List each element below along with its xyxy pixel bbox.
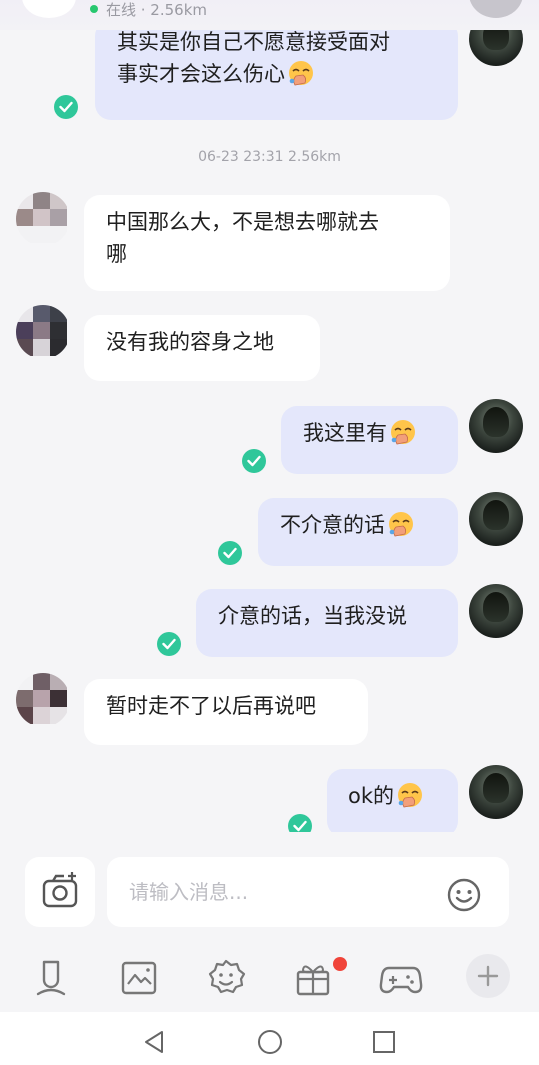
message-bubble-out[interactable]: 不介意的话 [258,498,458,566]
message-text: 暂时走不了以后再说吧 [106,694,316,718]
more-button[interactable] [466,954,510,998]
message-bubble-out[interactable]: 介意的话，当我没说 [196,589,458,657]
message-text: 介意的话，当我没说 [218,604,407,628]
gift-icon[interactable] [291,956,335,1000]
face-with-hand-over-mouth-emoji [389,418,417,446]
my-avatar[interactable] [469,399,523,453]
read-check-icon [242,449,266,473]
peer-avatar[interactable] [16,673,70,727]
message-text: 我这里有 [303,421,387,445]
message-text: 没有我的容身之地 [106,330,274,354]
image-icon[interactable] [117,956,161,1000]
gift-notification-badge [333,957,347,971]
read-check-icon [288,814,312,832]
camera-button[interactable] [25,857,95,927]
chat-header: 在线 · 2.56km [0,0,539,30]
system-navigation-bar [0,1012,539,1065]
peer-avatar[interactable] [16,305,70,359]
home-circle-icon[interactable] [256,1028,284,1056]
face-with-hand-over-mouth-emoji [287,59,315,87]
online-dot-icon [90,5,98,13]
my-avatar[interactable] [469,765,523,819]
my-avatar[interactable] [469,584,523,638]
message-bubble-in[interactable]: 中国那么大，不是想去哪就去 哪 [84,195,450,291]
peer-avatar[interactable] [16,192,70,246]
peer-avatar-header[interactable] [469,0,523,18]
face-with-hand-over-mouth-emoji [387,510,415,538]
chat-toolbar [0,942,539,1012]
message-bubble-out[interactable]: ok的 [327,769,458,832]
recents-square-icon[interactable] [371,1029,397,1055]
back-button[interactable] [22,0,76,18]
my-avatar[interactable] [469,30,523,66]
message-list[interactable]: 其实是你自己不愿意接受面对 事实才会这么伤心 06-23 23:31 2.56k… [0,30,539,832]
message-bubble-in[interactable]: 暂时走不了以后再说吧 [84,679,368,745]
message-text: ok的 [348,784,395,808]
message-bubble-out[interactable]: 我这里有 [281,406,458,474]
read-check-icon [218,541,242,565]
back-triangle-icon[interactable] [140,1028,168,1056]
read-check-icon [157,632,181,656]
read-check-icon [54,95,78,119]
emoji-icon[interactable] [204,956,248,1000]
plus-icon [477,965,499,987]
message-timestamp: 06-23 23:31 2.56km [198,149,341,165]
emoji-picker-icon[interactable] [446,877,482,913]
online-status-text: 在线 · 2.56km [106,1,208,19]
message-text: 事实才会这么伤心 [117,62,285,86]
message-text: 中国那么大，不是想去哪就去 [106,210,379,234]
composer [0,832,539,942]
camera-icon [42,872,78,908]
message-text: 其实是你自己不愿意接受面对 [117,30,390,54]
my-avatar[interactable] [469,492,523,546]
message-text: 不介意的话 [280,513,385,537]
game-controller-icon[interactable] [379,956,423,1000]
message-text: 哪 [106,242,127,266]
microphone-icon[interactable] [29,956,73,1000]
message-bubble-in[interactable]: 没有我的容身之地 [84,315,320,381]
online-status: 在线 · 2.56km [90,0,207,20]
face-with-hand-over-mouth-emoji [396,781,424,809]
message-bubble-out[interactable]: 其实是你自己不愿意接受面对 事实才会这么伤心 [95,30,458,120]
